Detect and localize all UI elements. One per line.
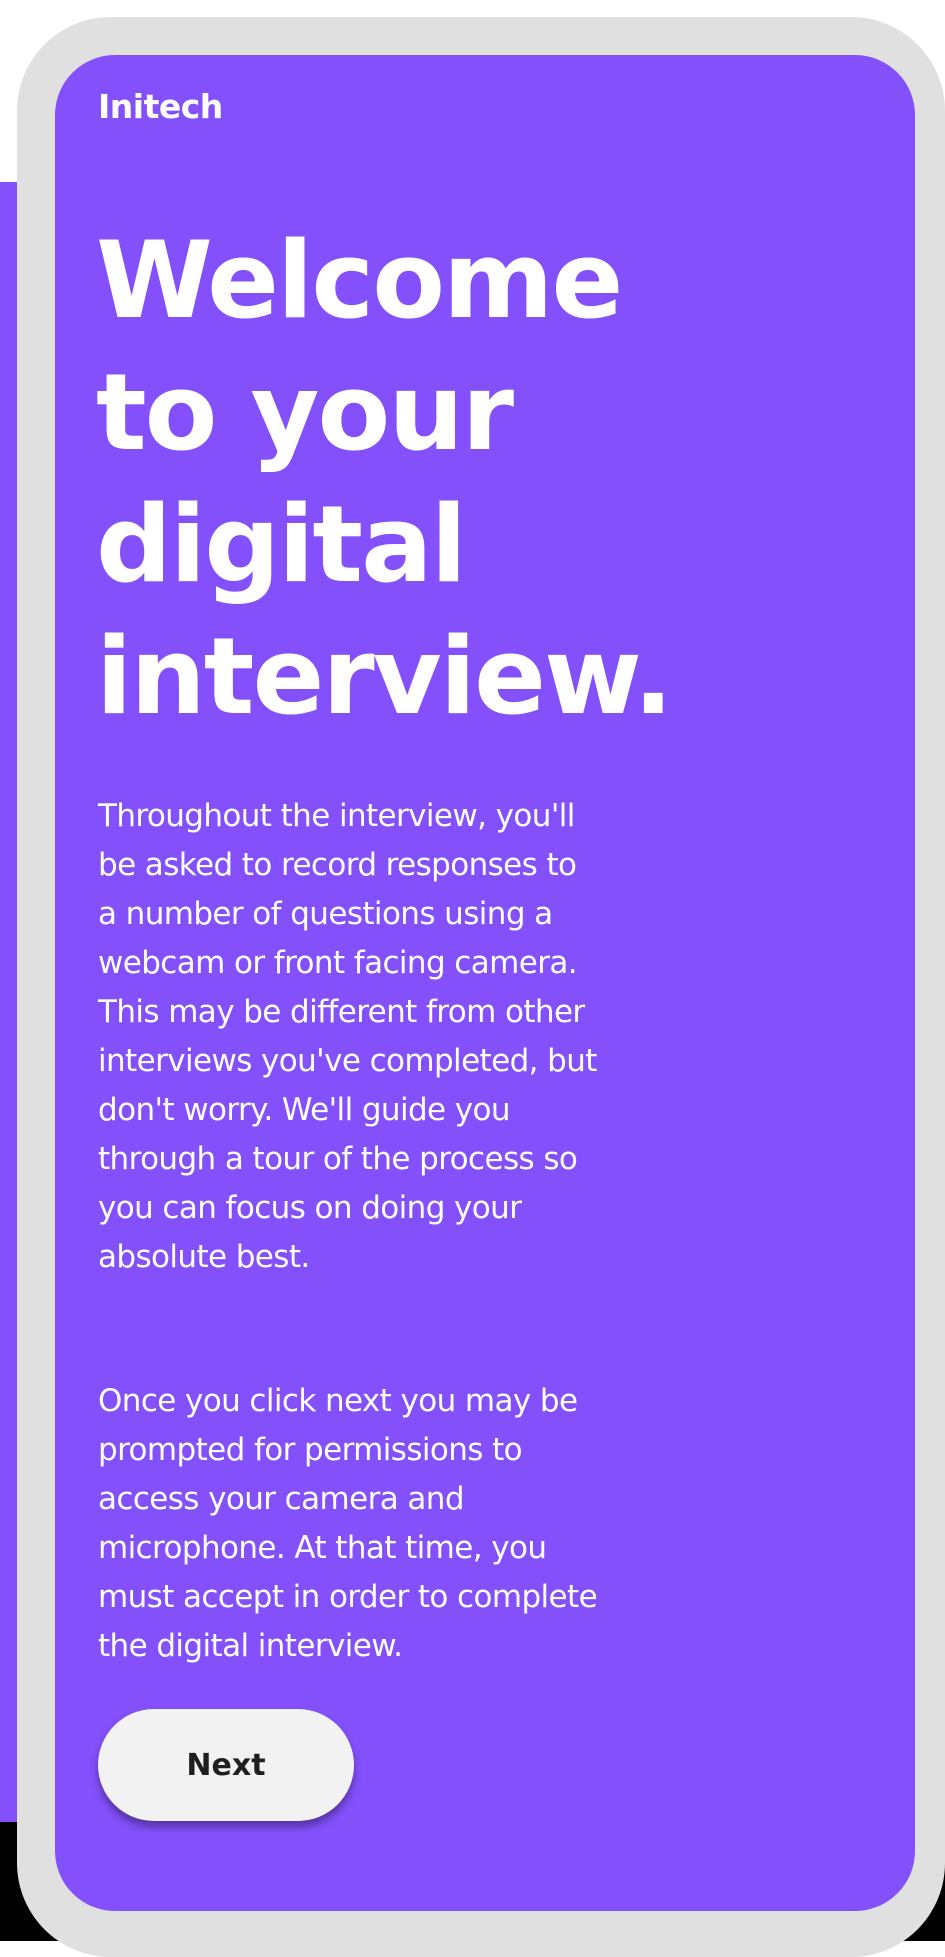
page-title: Welcome to your digital interview. (96, 219, 673, 738)
intro-paragraph: Throughout the interview, you'll be aske… (98, 798, 597, 1275)
welcome-screen: Initech Welcome to your digital intervie… (55, 55, 915, 1911)
permissions-paragraph: Once you click next you may be prompted … (98, 1383, 598, 1664)
brand-logo: Initech (98, 87, 223, 126)
next-button[interactable]: Next (98, 1709, 354, 1821)
